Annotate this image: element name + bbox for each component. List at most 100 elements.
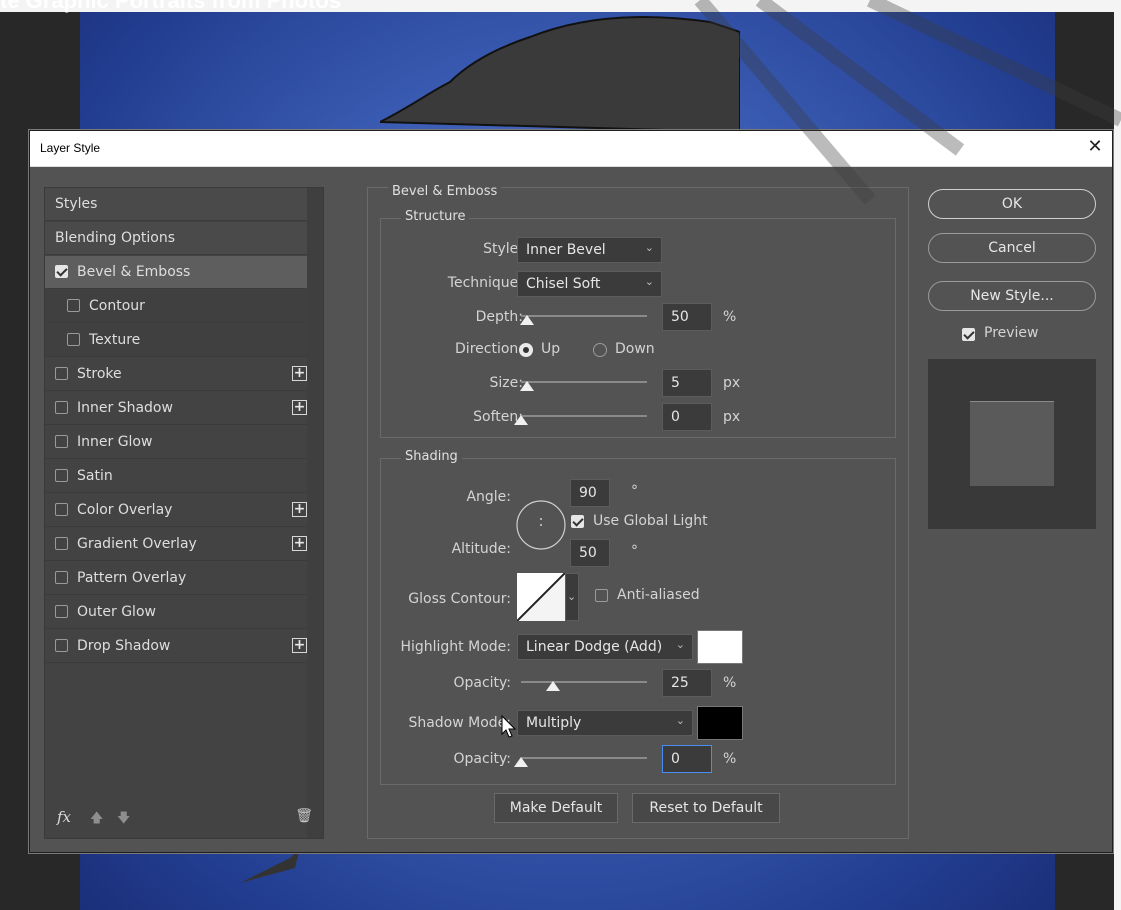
add-effect-icon[interactable]: + <box>292 536 307 551</box>
article-title: te Graphic Portraits from Photos <box>0 0 342 13</box>
style-list-label: Contour <box>89 298 145 314</box>
style-list-item-inner-glow[interactable]: Inner Glow <box>45 426 323 459</box>
style-list-item-gradient-overlay[interactable]: Gradient Overlay + <box>45 528 323 561</box>
direction-up-radio[interactable] <box>519 343 533 357</box>
shading-title: Shading <box>401 449 462 464</box>
style-checkbox[interactable] <box>55 265 68 278</box>
style-list-item-stroke[interactable]: Stroke + <box>45 358 323 391</box>
style-checkbox[interactable] <box>55 639 68 652</box>
portrait-shape-top <box>380 16 740 132</box>
slider-thumb[interactable] <box>520 381 535 391</box>
soften-slider[interactable] <box>514 411 647 425</box>
ok-button[interactable]: OK <box>928 189 1096 219</box>
style-list-item-texture[interactable]: Texture <box>45 324 323 357</box>
move-down-icon[interactable]: 🡇 <box>117 809 130 831</box>
cancel-button[interactable]: Cancel <box>928 233 1096 263</box>
shadow-opacity-slider[interactable] <box>514 753 647 767</box>
style-list-item-outer-glow[interactable]: Outer Glow <box>45 596 323 629</box>
style-list-label: Inner Shadow <box>77 400 173 416</box>
shadow-mode-dropdown[interactable]: Multiply ⌄ <box>517 710 693 736</box>
style-checkbox[interactable] <box>67 333 80 346</box>
style-checkbox[interactable] <box>55 537 68 550</box>
altitude-label: Altitude: <box>451 541 511 557</box>
angle-unit: ° <box>631 483 638 499</box>
shadow-opacity-input[interactable]: 0 <box>662 745 712 773</box>
style-checkbox[interactable] <box>55 435 68 448</box>
style-list-item-pattern-overlay[interactable]: Pattern Overlay <box>45 562 323 595</box>
highlight-opacity-slider[interactable] <box>521 677 647 691</box>
shading-group: Shading Angle: 90 ° Use Global Light Alt… <box>380 449 896 785</box>
list-scrollbar[interactable] <box>307 188 323 838</box>
slider-thumb[interactable] <box>514 757 528 767</box>
style-list-item-drop-shadow[interactable]: Drop Shadow + <box>45 630 323 663</box>
angle-dial[interactable] <box>515 499 567 551</box>
fx-icon[interactable]: fx <box>57 808 71 826</box>
depth-input[interactable]: 50 <box>662 303 712 331</box>
shadow-mode-value: Multiply <box>526 715 582 731</box>
direction-down-radio[interactable] <box>593 343 607 357</box>
style-list-item-color-overlay[interactable]: Color Overlay + <box>45 494 323 527</box>
highlight-color-swatch[interactable] <box>697 630 743 664</box>
add-effect-icon[interactable]: + <box>292 366 307 381</box>
trash-icon[interactable]: 🗑 <box>295 808 313 824</box>
highlight-mode-value: Linear Dodge (Add) <box>526 639 663 655</box>
style-list-item-bevel-emboss[interactable]: Bevel & Emboss <box>45 256 323 289</box>
style-list-item-blending-options[interactable]: Blending Options <box>45 222 323 255</box>
make-default-button[interactable]: Make Default <box>494 793 618 823</box>
soften-input[interactable]: 0 <box>662 403 712 431</box>
size-slider[interactable] <box>520 377 647 391</box>
add-effect-icon[interactable]: + <box>292 638 307 653</box>
reset-to-default-button[interactable]: Reset to Default <box>632 793 780 823</box>
use-global-light-label: Use Global Light <box>593 513 708 529</box>
shadow-opacity-label: Opacity: <box>453 751 511 767</box>
new-style-button[interactable]: New Style... <box>928 281 1096 311</box>
highlight-opacity-unit: % <box>723 675 737 691</box>
style-list-item-styles[interactable]: Styles <box>45 188 323 221</box>
size-input[interactable]: 5 <box>662 369 712 397</box>
use-global-light-checkbox[interactable] <box>571 515 584 528</box>
slider-thumb[interactable] <box>545 681 560 691</box>
style-list-item-contour[interactable]: Contour <box>45 290 323 323</box>
preview-checkbox[interactable] <box>962 328 975 341</box>
highlight-mode-label: Highlight Mode: <box>400 639 511 655</box>
depth-unit: % <box>723 309 737 325</box>
style-list-item-inner-shadow[interactable]: Inner Shadow + <box>45 392 323 425</box>
anti-aliased-label: Anti-aliased <box>617 587 700 603</box>
move-up-icon[interactable]: 🡅 <box>90 809 103 831</box>
angle-input[interactable]: 90 <box>570 479 610 507</box>
add-effect-icon[interactable]: + <box>292 400 307 415</box>
highlight-opacity-input[interactable]: 25 <box>662 669 712 697</box>
chevron-down-icon: ⌄ <box>644 275 654 288</box>
style-list-label: Pattern Overlay <box>77 570 187 586</box>
style-checkbox[interactable] <box>55 401 68 414</box>
gloss-contour-swatch[interactable] <box>517 573 565 621</box>
style-checkbox[interactable] <box>55 503 68 516</box>
style-checkbox[interactable] <box>55 605 68 618</box>
style-checkbox[interactable] <box>67 299 80 312</box>
shadow-color-swatch[interactable] <box>697 706 743 740</box>
close-icon[interactable]: ✕ <box>1084 136 1106 158</box>
slider-thumb[interactable] <box>514 415 528 425</box>
style-checkbox[interactable] <box>55 571 68 584</box>
style-list-label: Bevel & Emboss <box>77 264 191 280</box>
style-list-item-satin[interactable]: Satin <box>45 460 323 493</box>
style-list-label: Outer Glow <box>77 604 156 620</box>
anti-aliased-checkbox[interactable] <box>595 589 608 602</box>
add-effect-icon[interactable]: + <box>292 502 307 517</box>
slider-thumb[interactable] <box>520 315 535 325</box>
style-checkbox[interactable] <box>55 367 68 380</box>
chevron-down-icon: ⌄ <box>675 714 685 727</box>
altitude-input[interactable]: 50 <box>570 539 610 567</box>
size-unit: px <box>723 375 741 391</box>
highlight-mode-dropdown[interactable]: Linear Dodge (Add) ⌄ <box>517 634 693 660</box>
depth-slider[interactable] <box>520 311 647 325</box>
technique-dropdown[interactable]: Chisel Soft ⌄ <box>517 271 662 297</box>
style-checkbox[interactable] <box>55 469 68 482</box>
gloss-contour-dropdown[interactable]: ⌄ <box>565 573 579 621</box>
style-dropdown[interactable]: Inner Bevel ⌄ <box>517 237 662 263</box>
shadow-opacity-unit: % <box>723 751 737 767</box>
technique-label: Technique: <box>447 275 523 291</box>
shadow-mode-label: Shadow Mode: <box>408 715 511 731</box>
slider-track <box>521 381 647 383</box>
chevron-down-icon: ⌄ <box>567 590 577 603</box>
